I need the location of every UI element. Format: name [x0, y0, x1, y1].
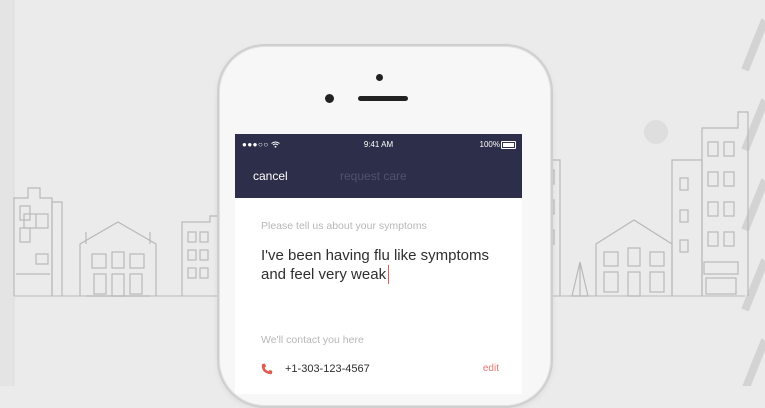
battery-percent: 100% — [479, 140, 500, 149]
phone-icon — [261, 363, 273, 375]
status-bar: ●●●○○ 9:41 AM 100% — [235, 134, 522, 156]
symptoms-text: I've been having flu like symptoms and f… — [261, 247, 489, 283]
cancel-button[interactable]: cancel — [253, 169, 288, 183]
speaker-grill — [358, 96, 408, 101]
nav-bar: cancel request care — [235, 156, 522, 198]
symptoms-input[interactable]: I've been having flu like symptoms and f… — [261, 246, 496, 284]
symptoms-label: Please tell us about your symptoms — [261, 220, 427, 232]
edit-phone-link[interactable]: edit — [483, 363, 499, 374]
text-cursor — [388, 265, 390, 284]
battery-icon — [501, 141, 516, 149]
app-screen: ●●●○○ 9:41 AM 100% cancel request care P… — [235, 134, 522, 394]
phone-row: +1-303-123-4567 edit — [261, 362, 499, 378]
front-camera — [325, 94, 334, 103]
contact-label: We'll contact you here — [261, 334, 364, 346]
camera-dot — [376, 74, 383, 81]
phone-number: +1-303-123-4567 — [285, 363, 370, 375]
page-title: request care — [340, 169, 407, 183]
